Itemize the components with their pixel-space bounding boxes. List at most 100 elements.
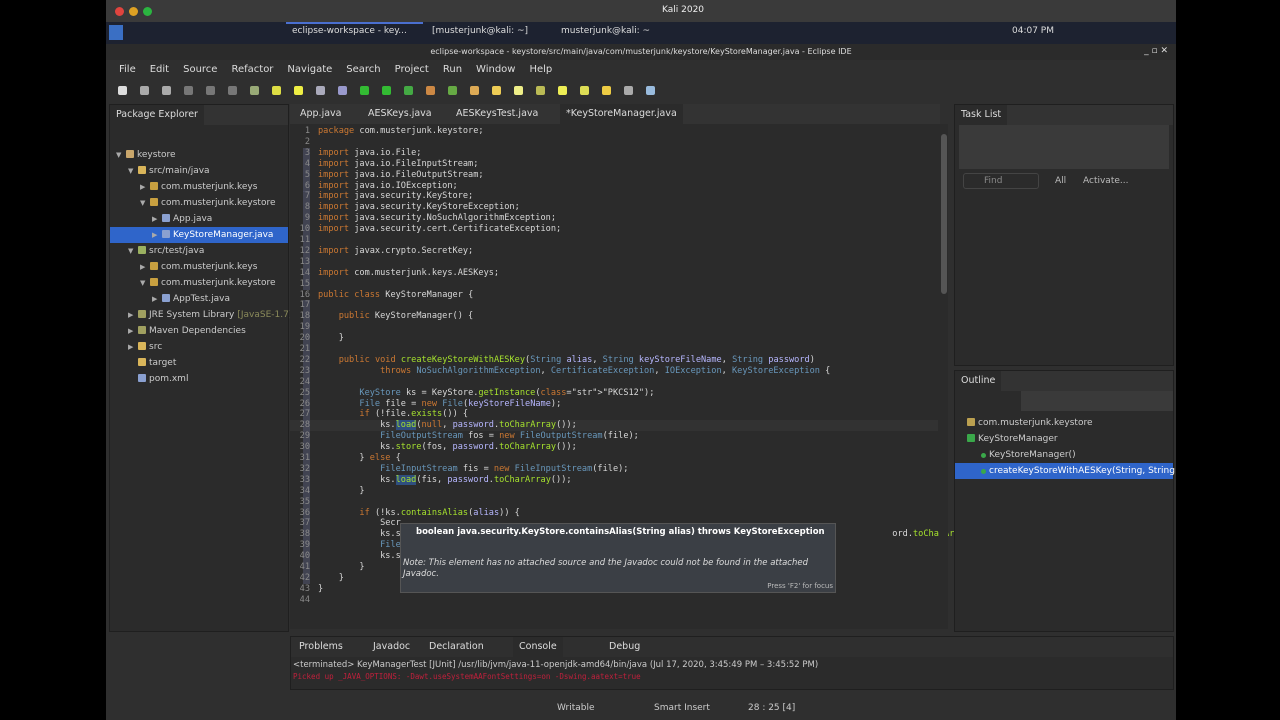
- code-line[interactable]: 27 if (!file.exists()) {: [290, 409, 938, 421]
- tree-item-src[interactable]: ▶ src: [110, 339, 288, 355]
- editor-tab-appjava[interactable]: App.java: [294, 104, 347, 124]
- expand-arrow-icon[interactable]: ▼: [128, 243, 138, 259]
- task-find-input[interactable]: Find: [963, 173, 1039, 189]
- editor-tab-keystoremanagerjava[interactable]: *KeyStoreManager.java: [560, 104, 683, 124]
- tree-item-pom-xml[interactable]: pom.xml: [110, 371, 288, 387]
- toolbar-icon[interactable]: [316, 86, 325, 95]
- taskbar-window-eclipse[interactable]: eclipse-workspace - key...: [292, 26, 407, 36]
- toolbar-icon[interactable]: [382, 86, 391, 95]
- code-line[interactable]: 16 public class KeyStoreManager {: [290, 290, 938, 301]
- toolbar-icon[interactable]: [470, 86, 479, 95]
- toolbar-icon[interactable]: [602, 86, 611, 95]
- toolbar-icon[interactable]: [140, 86, 149, 95]
- code-line[interactable]: 2: [290, 137, 938, 148]
- expand-arrow-icon[interactable]: ▼: [140, 275, 150, 291]
- zoom-dot[interactable]: [143, 7, 152, 16]
- code-line[interactable]: 36 if (!ks.containsAlias(alias)) {: [290, 507, 938, 519]
- code-line[interactable]: 44: [290, 595, 938, 606]
- code-line[interactable]: 11: [290, 235, 938, 246]
- toolbar-icon[interactable]: [272, 86, 281, 95]
- editor-tab-aeskeysjava[interactable]: AESKeys.java: [362, 104, 438, 124]
- toolbar-icon[interactable]: [228, 86, 237, 95]
- expand-arrow-icon[interactable]: ▶: [140, 179, 150, 195]
- toolbar-icon[interactable]: [514, 86, 523, 95]
- editor-scrollbar[interactable]: [940, 124, 948, 629]
- code-line[interactable]: 21: [290, 344, 938, 355]
- outline-tab[interactable]: Outline: [955, 371, 1002, 391]
- code-line[interactable]: 10 import java.security.cert.CertificateE…: [290, 224, 938, 236]
- toolbar-icon[interactable]: [558, 86, 567, 95]
- toolbar-icon[interactable]: [294, 86, 303, 95]
- menu-navigate[interactable]: Navigate: [280, 60, 339, 80]
- code-line[interactable]: 28 ks.load(null, password.toCharArray())…: [290, 420, 938, 432]
- code-line[interactable]: 19: [290, 322, 938, 334]
- close-dot[interactable]: [115, 7, 124, 16]
- code-line[interactable]: 30 ks.store(fos, password.toCharArray())…: [290, 442, 938, 454]
- menu-refactor[interactable]: Refactor: [224, 60, 280, 80]
- toolbar-icon[interactable]: [646, 86, 655, 95]
- taskbar-window-terminal-1[interactable]: [musterjunk@kali: ~]: [432, 26, 528, 36]
- toolbar-icon[interactable]: [338, 86, 347, 95]
- tree-item-maven-dependencies[interactable]: ▶ Maven Dependencies: [110, 323, 288, 339]
- toolbar-icon[interactable]: [404, 86, 413, 95]
- code-line[interactable]: 13: [290, 256, 938, 268]
- toolbar-icon[interactable]: [448, 86, 457, 95]
- code-line[interactable]: 9 import java.security.NoSuchAlgorithmExc…: [290, 213, 938, 225]
- code-line[interactable]: 23 throws NoSuchAlgorithmException, Cert…: [290, 365, 938, 377]
- expand-arrow-icon[interactable]: ▶: [140, 259, 150, 275]
- expand-arrow-icon[interactable]: ▶: [152, 291, 162, 307]
- tab-debug[interactable]: Debug: [603, 637, 646, 657]
- expand-arrow-icon[interactable]: ▶: [128, 339, 138, 355]
- toolbar-icon[interactable]: [162, 86, 171, 95]
- tree-item-com-musterjunk-keystore[interactable]: ▼ com.musterjunk.keystore: [110, 275, 288, 291]
- task-list-tab[interactable]: Task List: [955, 105, 1008, 125]
- menu-search[interactable]: Search: [339, 60, 387, 80]
- expand-arrow-icon[interactable]: ▼: [128, 163, 138, 179]
- code-line[interactable]: 1 package com.musterjunk.keystore;: [290, 126, 938, 137]
- code-line[interactable]: 8 import java.security.KeyStoreException;: [290, 202, 938, 214]
- toolbar-icon[interactable]: [360, 86, 369, 95]
- menu-file[interactable]: File: [112, 60, 143, 80]
- code-line[interactable]: 17: [290, 300, 938, 312]
- code-line[interactable]: 7 import java.security.KeyStore;: [290, 191, 938, 203]
- outline-item[interactable]: KeyStoreManager: [955, 431, 1173, 447]
- code-line[interactable]: 12 import javax.crypto.SecretKey;: [290, 245, 938, 257]
- window-controls[interactable]: _ ▫ ✕: [1144, 46, 1168, 56]
- code-line[interactable]: 33 ks.load(fis, password.toCharArray());: [290, 474, 938, 486]
- outline-item[interactable]: createKeyStoreWithAESKey(String, String: [955, 463, 1175, 479]
- tree-item-app-java[interactable]: ▶ App.java: [110, 211, 288, 227]
- code-line[interactable]: 25 KeyStore ks = KeyStore.getInstance(cl…: [290, 387, 938, 399]
- outline-item[interactable]: com.musterjunk.keystore: [955, 415, 1173, 431]
- task-activate[interactable]: Activate...: [1083, 176, 1128, 186]
- toolbar-icon[interactable]: [250, 86, 259, 95]
- menu-help[interactable]: Help: [522, 60, 559, 80]
- menu-window[interactable]: Window: [469, 60, 522, 80]
- expand-arrow-icon[interactable]: ▶: [152, 211, 162, 227]
- menu-run[interactable]: Run: [436, 60, 469, 80]
- tree-item-com-musterjunk-keystore[interactable]: ▼ com.musterjunk.keystore: [110, 195, 288, 211]
- code-line[interactable]: 24: [290, 376, 938, 388]
- toolbar-icon[interactable]: [624, 86, 633, 95]
- toolbar-icon[interactable]: [536, 86, 545, 95]
- code-line[interactable]: 4 import java.io.FileInputStream;: [290, 158, 938, 170]
- tree-item-src-test-java[interactable]: ▼ src/test/java: [110, 243, 288, 259]
- task-filter-all[interactable]: All: [1055, 176, 1066, 186]
- minimize-dot[interactable]: [129, 7, 138, 16]
- tree-item-src-main-java[interactable]: ▼ src/main/java: [110, 163, 288, 179]
- code-line[interactable]: 31 } else {: [290, 453, 938, 464]
- code-line[interactable]: 29 FileOutputStream fos = new FileOutput…: [290, 431, 938, 443]
- expand-arrow-icon[interactable]: ▼: [140, 195, 150, 211]
- code-line[interactable]: 6 import java.io.IOException;: [290, 180, 938, 192]
- code-line[interactable]: 15: [290, 278, 938, 290]
- tree-item-com-musterjunk-keys[interactable]: ▶ com.musterjunk.keys: [110, 259, 288, 275]
- code-line[interactable]: 22 public void createKeyStoreWithAESKey(…: [290, 354, 938, 366]
- toolbar-icon[interactable]: [492, 86, 501, 95]
- expand-arrow-icon[interactable]: ▶: [152, 227, 162, 243]
- expand-arrow-icon[interactable]: ▶: [128, 307, 138, 323]
- toolbar-icon[interactable]: [184, 86, 193, 95]
- code-line[interactable]: 35: [290, 496, 938, 508]
- tree-item-keystoremanager-java[interactable]: ▶ KeyStoreManager.java: [110, 227, 288, 243]
- expand-arrow-icon[interactable]: ▶: [128, 323, 138, 339]
- editor-tab-aeskeystestjava[interactable]: AESKeysTest.java: [450, 104, 544, 124]
- tab-declaration[interactable]: Declaration: [423, 637, 490, 657]
